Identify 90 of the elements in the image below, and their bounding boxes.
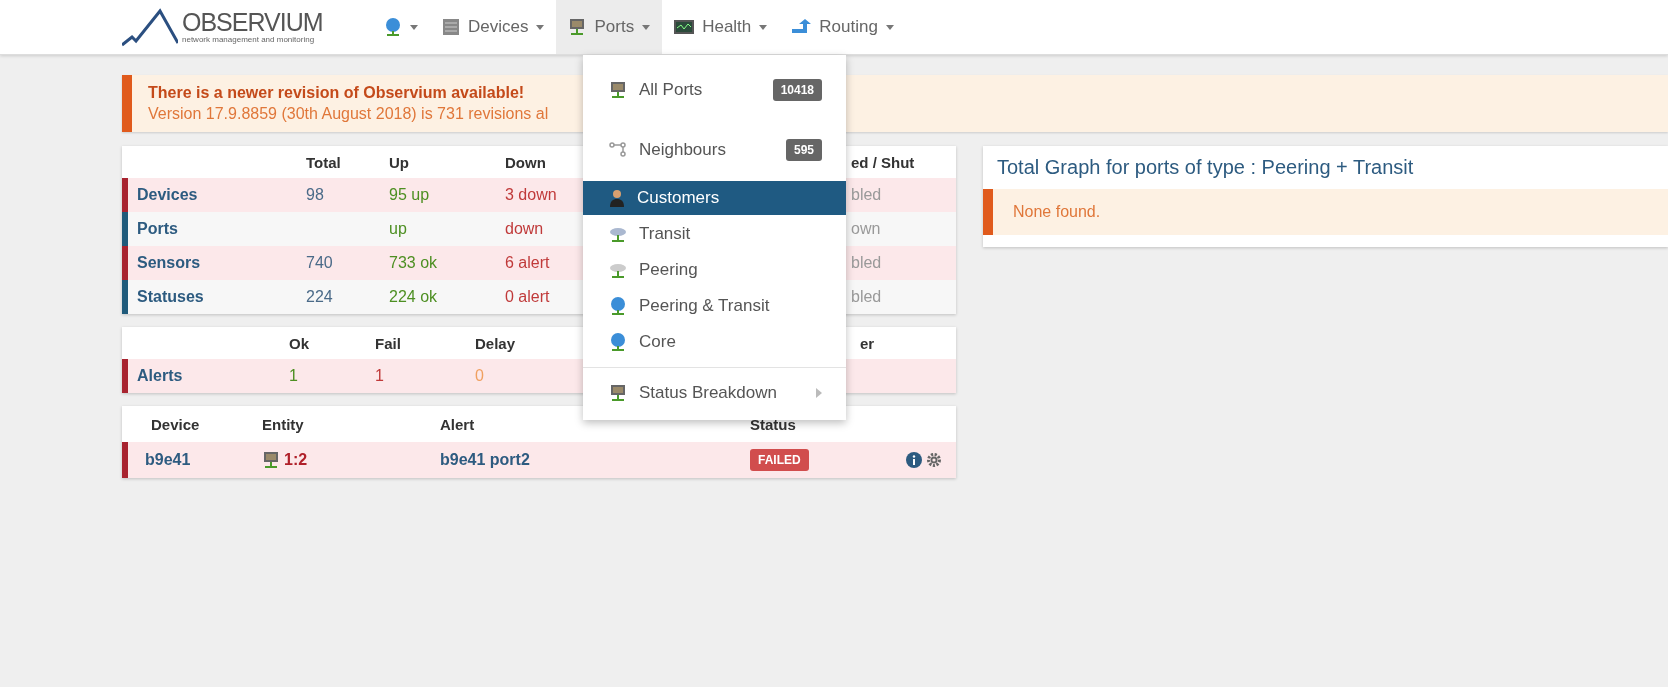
menu-label: Status Breakdown	[639, 383, 778, 403]
column-header: Device	[150, 415, 200, 433]
menu-item[interactable]: Neighbours 595	[583, 121, 846, 179]
column-header: Up	[389, 153, 409, 171]
menu-item[interactable]: All Ports 10418	[583, 61, 846, 119]
column-header: Status	[750, 415, 796, 433]
column-header: Down	[505, 153, 546, 171]
alert-link[interactable]: b9e41 port2	[440, 451, 750, 469]
count-badge: 595	[785, 139, 822, 161]
status-value: bled	[851, 288, 882, 306]
fail-value: 1	[375, 367, 384, 385]
column-header: Total	[306, 153, 341, 171]
menu-item[interactable]: Peering & Transit	[583, 289, 846, 323]
row-label[interactable]: Sensors	[128, 254, 306, 272]
cloud-icon	[609, 261, 627, 279]
person-icon	[609, 189, 625, 207]
down-value: down	[505, 220, 544, 238]
caret-icon	[642, 24, 651, 30]
node-graph-icon	[609, 142, 627, 158]
down-value: 0 alert	[505, 288, 550, 306]
empty-message: None found.	[983, 189, 1668, 235]
entity-link[interactable]: 1:2	[284, 451, 308, 469]
server-icon	[442, 18, 460, 36]
column-header: Fail	[375, 334, 401, 352]
mountain-logo-icon	[122, 7, 178, 47]
column-header: Alert	[440, 415, 475, 433]
menu-label: Customers	[637, 188, 721, 208]
network-port-icon	[568, 18, 587, 36]
route-arrow-icon	[791, 18, 812, 36]
cloud-icon	[609, 225, 627, 243]
row-label[interactable]: Devices	[128, 186, 306, 204]
row-label[interactable]: Statuses	[128, 288, 306, 306]
up-value: 224 ok	[389, 288, 438, 306]
devices-menu[interactable]: Devices	[430, 0, 557, 54]
notice-text: Version 17.9.8859 (30th August 2018) is 731 revisions al	[148, 105, 549, 123]
total-value: 740	[306, 254, 333, 272]
logo-tagline: network management and monitoring	[182, 35, 316, 44]
status-value: own	[851, 220, 881, 238]
column-header: er	[860, 334, 875, 352]
status-value: bled	[851, 254, 882, 272]
menu-item[interactable]: Peering	[583, 253, 846, 287]
menu-label: Core	[639, 332, 677, 352]
routing-menu[interactable]: Routing	[779, 0, 906, 54]
column-header: Ok	[289, 334, 309, 352]
total-value: 98	[306, 186, 324, 204]
menu-item[interactable]: Customers	[583, 181, 846, 215]
row-label[interactable]: Ports	[128, 220, 306, 238]
menu-label: Peering	[639, 260, 699, 280]
down-value: 3 down	[505, 186, 557, 204]
column-header: Entity	[262, 415, 304, 433]
menu-item[interactable]: Core	[583, 325, 846, 359]
total-value: 224	[306, 288, 333, 306]
menu-label: Peering & Transit	[639, 296, 771, 316]
menu-item[interactable]: Transit	[583, 217, 846, 251]
caret-icon	[885, 24, 894, 30]
ok-value: 1	[289, 367, 298, 385]
globe-icon	[609, 296, 627, 316]
ports-menu[interactable]: Ports	[556, 0, 663, 54]
caret-icon	[410, 24, 418, 30]
info-icon[interactable]	[906, 452, 922, 468]
device-link[interactable]: b9e41	[128, 451, 262, 469]
menu-label: Transit	[639, 224, 692, 244]
column-header: Delay	[475, 334, 516, 352]
menu-label: All Ports	[639, 80, 704, 100]
network-port-icon	[609, 81, 627, 99]
settings-icon[interactable]	[926, 452, 942, 468]
up-value: 733 ok	[389, 254, 438, 272]
menu-item[interactable]: Status Breakdown	[583, 376, 846, 410]
status-value: bled	[851, 186, 882, 204]
logo-title: OBSERVIUM	[182, 10, 323, 35]
delay-value: 0	[475, 367, 484, 385]
count-badge: 10418	[772, 79, 822, 101]
column-header: ed / Shut	[851, 153, 915, 171]
notice-title: There is a newer revision of Observium available!	[148, 84, 525, 102]
panel-title: Total Graph for ports of type : Peering + Transit	[996, 155, 1415, 180]
network-port-icon	[609, 384, 627, 402]
row-label[interactable]: Alerts	[128, 367, 289, 385]
globe-icon	[384, 17, 402, 37]
caret-icon	[536, 24, 545, 30]
port-icon	[262, 451, 280, 469]
chevron-icon	[816, 388, 822, 398]
monitor-icon	[674, 19, 695, 35]
up-value: up	[389, 220, 407, 238]
health-menu[interactable]: Health	[662, 0, 780, 54]
caret-icon	[759, 24, 768, 30]
status-label: FAILED	[750, 449, 809, 471]
up-value: 95 up	[389, 186, 430, 204]
down-value: 6 alert	[505, 254, 550, 272]
globe-icon	[609, 332, 627, 352]
menu-label: Neighbours	[639, 140, 727, 160]
